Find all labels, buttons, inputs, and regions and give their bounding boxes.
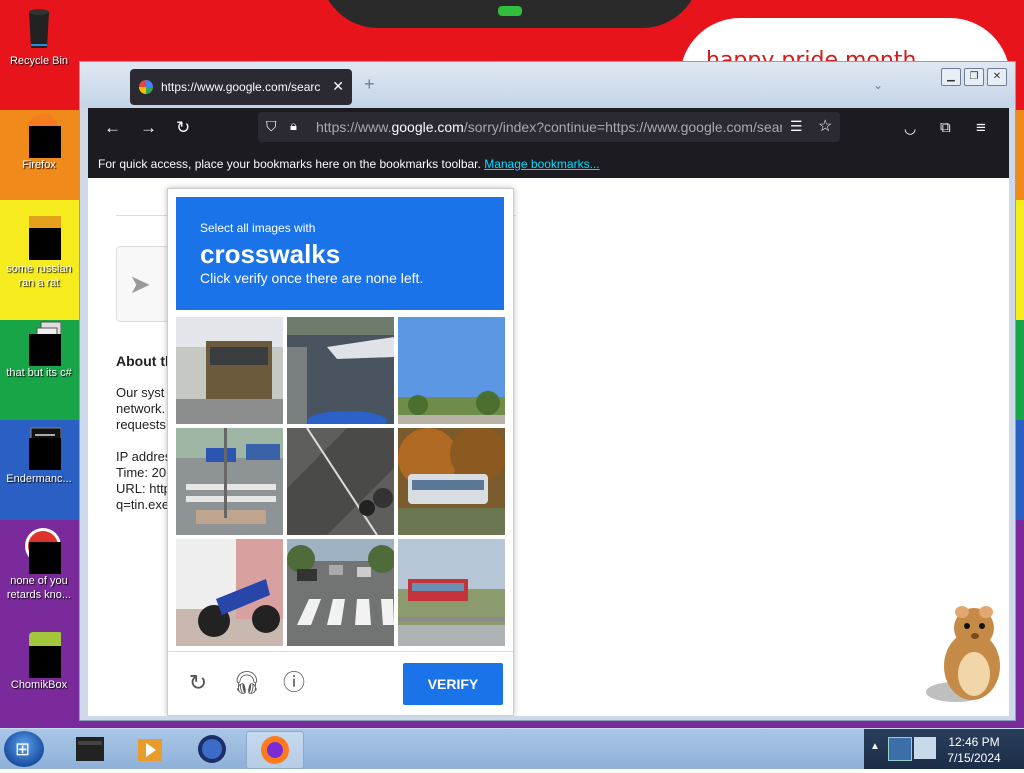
desktop-icon-label: some russian ran a rat (6, 263, 72, 289)
challenge-header: Select all images with crosswalks Click … (176, 197, 504, 310)
maximize-button[interactable]: ❐ (964, 68, 984, 86)
bookmarks-hint: For quick access, place your bookmarks h… (98, 157, 600, 171)
desktop-icon-csharp[interactable]: that but its c# (2, 318, 76, 380)
desktop-icon-recycle-bin[interactable]: Recycle Bin (2, 6, 76, 68)
image-tile[interactable] (287, 539, 394, 646)
image-tile[interactable] (176, 317, 283, 424)
address-bar[interactable]: ⛉ 🔒︎ https://www.google.com/sorry/index?… (258, 112, 840, 142)
hamster-app-icon (17, 630, 63, 678)
image-tile[interactable] (398, 317, 505, 424)
close-window-button[interactable]: ✕ (987, 68, 1007, 86)
taskbar-app-media-player[interactable] (122, 731, 178, 767)
windows-logo-icon: ⊞ (15, 739, 31, 759)
title-bar[interactable]: https://www.google.com/search ✕ + ⌄ ▁ ❐ … (80, 62, 1015, 108)
system-tray: ▲ 12:46 PM 7/15/2024 (864, 729, 1024, 769)
terminal-icon (17, 424, 62, 470)
desktop-icon-label: none of you retards kno... (6, 575, 72, 601)
clock[interactable]: 12:46 PM 7/15/2024 (938, 734, 1010, 766)
start-button[interactable]: ⊞ (4, 731, 44, 767)
desktop-icon-label: Firefox (22, 159, 56, 171)
app-icon (17, 526, 61, 574)
clock-time: 12:46 PM (948, 735, 1000, 749)
taskbar-app-firefox[interactable] (246, 731, 304, 769)
pocket-icon[interactable]: ◡ (904, 118, 916, 138)
menu-icon[interactable]: ≡ (976, 118, 986, 138)
tab-title: https://www.google.com/search (161, 80, 321, 94)
action-center-icon[interactable] (914, 737, 936, 759)
desktop-icon-firefox[interactable]: Firefox (2, 110, 76, 172)
google-favicon-icon (139, 80, 153, 94)
desktop-icon-none-of-you[interactable]: none of you retards kno... (2, 526, 76, 602)
manage-bookmarks-link[interactable]: Manage bookmarks... (484, 157, 599, 171)
image-tile[interactable] (176, 539, 283, 646)
back-icon[interactable]: ← (104, 118, 121, 138)
image-tile[interactable] (287, 317, 394, 424)
file-icon: e (17, 214, 63, 260)
hamster-sticker (922, 604, 1012, 708)
stack-icon (17, 318, 62, 366)
browser-tab[interactable]: https://www.google.com/search ✕ (130, 69, 352, 105)
forward-icon[interactable]: → (140, 118, 157, 138)
recycle-bin-icon (17, 6, 61, 50)
taskbar-app-globe[interactable] (184, 731, 240, 767)
taskbar-app-folder[interactable] (62, 731, 118, 767)
tracking-protection-icon[interactable]: ⛉ (266, 118, 277, 135)
challenge-subtext: Click verify once there are none left. (200, 270, 424, 286)
url-text[interactable]: https://www.google.com/sorry/index?conti… (316, 119, 782, 135)
firefox-icon (17, 110, 61, 158)
challenge-target: crosswalks (200, 239, 341, 269)
wallpaper-shape (320, 0, 700, 28)
page-text-line: requests (116, 417, 166, 432)
verify-button[interactable]: VERIFY (403, 663, 503, 705)
page-content: ➤ About th Our syst network. requests IP… (88, 178, 1009, 716)
list-all-tabs-icon[interactable]: ⌄ (873, 78, 883, 92)
about-heading: About th (116, 353, 174, 369)
bookmarks-toolbar: For quick access, place your bookmarks h… (88, 148, 1009, 178)
reload-challenge-icon[interactable]: ↻ (185, 670, 211, 696)
reader-view-icon[interactable]: ☰ (790, 118, 803, 135)
extensions-icon[interactable]: ⧉ (940, 118, 951, 138)
page-text-line: network. (116, 401, 166, 416)
tab-close-icon[interactable]: ✕ (332, 78, 344, 95)
challenge-footer: ↻ 🎧︎ ⓘ VERIFY (168, 651, 513, 716)
desktop-icon-label: that but its c# (6, 367, 72, 379)
image-tile[interactable] (287, 428, 394, 535)
image-grid (176, 317, 506, 647)
page-text-line: Our syst (116, 385, 165, 400)
page-text-line: Time: 20 (116, 465, 167, 480)
image-tile[interactable] (176, 428, 283, 535)
page-text-line: IP addres (116, 449, 172, 464)
help-info-icon[interactable]: ⓘ (281, 670, 307, 696)
clock-date: 7/15/2024 (947, 751, 1001, 765)
cursor-icon: ➤ (129, 269, 151, 299)
desktop-icon-label: Endermanc... (6, 473, 72, 485)
minimize-button[interactable]: ▁ (941, 68, 961, 86)
desktop-icon-endermanch[interactable]: Endermanc... (2, 424, 76, 486)
page-text-line: q=tin.exe (116, 497, 170, 512)
image-tile[interactable] (398, 428, 505, 535)
browser-window: https://www.google.com/search ✕ + ⌄ ▁ ❐ … (79, 61, 1016, 721)
tray-overflow-icon[interactable]: ▲ (870, 741, 880, 752)
recaptcha-challenge: Select all images with crosswalks Click … (167, 188, 514, 716)
new-tab-button[interactable]: + (364, 74, 375, 95)
bookmark-star-icon[interactable]: ☆ (818, 116, 832, 136)
page-text-line: URL: http (116, 481, 171, 496)
desktop-icon-label: ChomikBox (10, 679, 68, 691)
network-icon[interactable] (888, 737, 912, 761)
reload-icon[interactable]: ↻ (176, 118, 190, 138)
desktop-icon-label: Recycle Bin (9, 55, 69, 67)
lock-icon[interactable]: 🔒︎ (290, 118, 297, 134)
taskbar: ⊞ ▲ 12:46 PM 7/15/2024 (0, 728, 1024, 769)
desktop-icon-russian-rat[interactable]: e some russian ran a rat (2, 214, 76, 290)
navigation-toolbar: ← → ↻ ⛉ 🔒︎ https://www.google.com/sorry/… (88, 108, 1009, 148)
image-tile[interactable] (398, 539, 505, 646)
challenge-instruction: Select all images with (200, 221, 316, 235)
audio-challenge-icon[interactable]: 🎧︎ (233, 670, 261, 696)
desktop-icon-chomikbox[interactable]: ChomikBox (2, 630, 76, 692)
